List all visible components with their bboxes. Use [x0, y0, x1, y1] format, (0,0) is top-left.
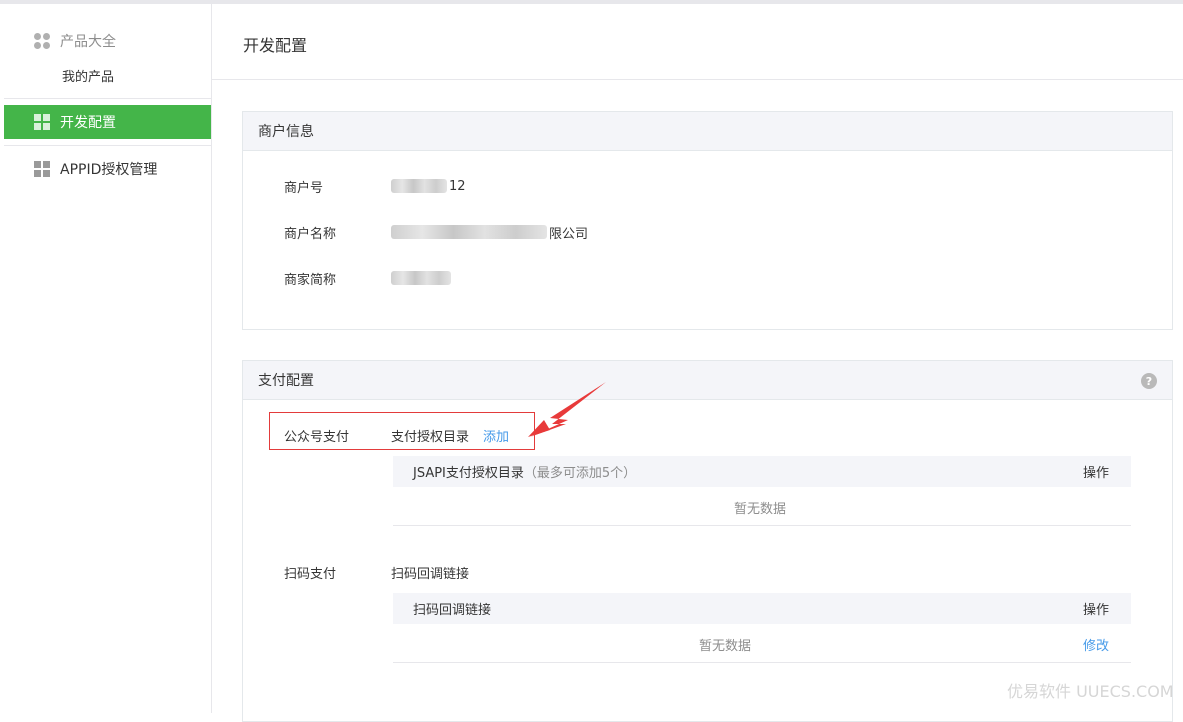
- scan-row: 扫码支付 扫码回调链接: [284, 562, 469, 582]
- merchant-id-value: 12: [391, 179, 466, 194]
- sidebar-item-label: APPID授权管理: [60, 162, 158, 178]
- main-content: 开发配置 商户信息 商户号 12 商户名称 限公司 商家简称 支付配置 ? 公众…: [212, 4, 1183, 722]
- help-icon[interactable]: ?: [1141, 373, 1157, 389]
- empty-text: 暂无数据: [699, 639, 752, 654]
- sidebar-products-title: 产品大全: [60, 34, 116, 50]
- scan-label: 扫码支付: [284, 566, 337, 582]
- sidebar-item-label: 开发配置: [60, 115, 116, 131]
- field-label: 商户号: [284, 180, 324, 196]
- sidebar-divider: [4, 145, 211, 146]
- redacted-mask: [391, 179, 447, 193]
- scan-table: 扫码回调链接 操作 暂无数据 修改: [393, 593, 1131, 663]
- scan-dir-label: 扫码回调链接: [391, 566, 470, 582]
- jsapi-row: 公众号支付 支付授权目录 添加: [284, 425, 509, 445]
- add-link[interactable]: 添加: [483, 426, 509, 445]
- table-col-action: 操作: [1082, 603, 1109, 618]
- table-col-main: 扫码回调链接: [413, 603, 492, 618]
- edit-link[interactable]: 修改: [1083, 635, 1109, 654]
- page-title: 开发配置: [243, 36, 308, 55]
- sidebar: 产品大全 我的产品 开发配置 APPID授权管理: [0, 4, 212, 713]
- jsapi-dir-label: 支付授权目录: [391, 429, 470, 445]
- jsapi-table: JSAPI支付授权目录（最多可添加5个） 操作 暂无数据: [393, 456, 1131, 526]
- redacted-mask: [391, 225, 547, 239]
- panel-title: 商户信息: [258, 124, 314, 140]
- panel-header: 商户信息: [243, 112, 1172, 151]
- table-col-main: JSAPI支付授权目录（最多可添加5个）: [413, 466, 637, 481]
- watermark: 优易软件 UUECS.COM: [1007, 682, 1174, 701]
- sidebar-divider: [4, 98, 211, 99]
- table-col-hint: （最多可添加5个）: [523, 466, 637, 481]
- payment-config-panel: 支付配置 ? 公众号支付 支付授权目录 添加 JSAPI支付授权目录（最多可添加…: [242, 360, 1173, 722]
- table-col-action: 操作: [1082, 466, 1109, 481]
- table-body: 暂无数据: [393, 487, 1131, 526]
- panel-header: 支付配置 ?: [243, 361, 1172, 400]
- grid-icon: [34, 114, 50, 130]
- redacted-mask: [391, 271, 451, 285]
- header-divider: [212, 79, 1183, 80]
- sidebar-item-dev-config[interactable]: 开发配置: [4, 105, 211, 139]
- jsapi-dir: 支付授权目录 添加: [391, 426, 509, 445]
- empty-text: 暂无数据: [734, 502, 787, 517]
- sidebar-item-appid-auth[interactable]: APPID授权管理: [4, 152, 211, 186]
- merchant-info-panel: 商户信息 商户号 12 商户名称 限公司 商家简称: [242, 111, 1173, 330]
- annotation-arrow-icon: [528, 382, 606, 437]
- jsapi-label: 公众号支付: [284, 429, 350, 445]
- table-header: JSAPI支付授权目录（最多可添加5个） 操作: [393, 456, 1131, 487]
- table-body: 暂无数据 修改: [393, 624, 1131, 663]
- sidebar-products-header[interactable]: 产品大全: [34, 32, 116, 50]
- panel-title: 支付配置: [258, 373, 314, 389]
- field-label: 商户名称: [284, 226, 337, 242]
- table-header: 扫码回调链接 操作: [393, 593, 1131, 624]
- merchant-name-row: 商户名称 限公司: [284, 222, 588, 242]
- merchant-shortname-row: 商家简称: [284, 268, 453, 288]
- merchant-shortname-value: [391, 271, 453, 285]
- value-suffix: 限公司: [549, 226, 589, 242]
- grid-icon: [34, 161, 50, 177]
- field-label: 商家简称: [284, 272, 337, 288]
- sidebar-item-my-products[interactable]: 我的产品: [62, 66, 114, 85]
- products-icon: [34, 33, 50, 49]
- merchant-name-value: 限公司: [391, 223, 588, 242]
- merchant-id-row: 商户号 12: [284, 176, 466, 196]
- value-suffix: 12: [449, 178, 466, 194]
